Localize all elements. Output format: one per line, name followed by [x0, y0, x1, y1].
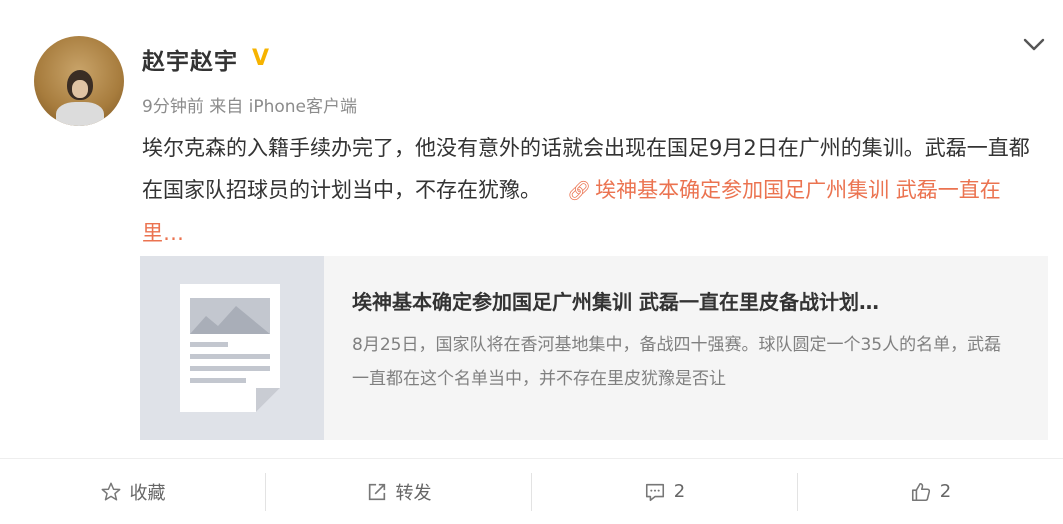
comment-icon — [645, 483, 664, 501]
post-text: 埃尔克森的入籍手续办完了，他没有意外的话就会出现在国足9月2日在广州的集训。武磊… — [142, 127, 1032, 254]
action-bar: 收藏 转发 2 2 — [0, 459, 1063, 524]
card-title: 埃神基本确定参加国足广州集训 武磊一直在里皮备战计划… — [352, 290, 879, 314]
favorite-button[interactable]: 收藏 — [0, 459, 265, 524]
comment-button[interactable]: 2 — [532, 459, 797, 524]
comment-count: 2 — [673, 481, 686, 502]
chevron-down-icon[interactable] — [1022, 34, 1046, 54]
like-count: 2 — [939, 481, 952, 502]
repost-icon — [368, 483, 385, 500]
username[interactable]: 赵宇赵宇 — [142, 42, 238, 76]
avatar[interactable] — [34, 36, 124, 126]
like-button[interactable]: 2 — [798, 459, 1063, 524]
repost-label: 转发 — [395, 482, 432, 504]
favorite-label: 收藏 — [129, 482, 166, 504]
verified-badge-icon: V — [252, 46, 270, 71]
avatar-face — [72, 80, 88, 98]
link-card[interactable]: 埃神基本确定参加国足广州集训 武磊一直在里皮备战计划… 8月25日，国家队将在香… — [140, 256, 1048, 440]
post-meta: 9分钟前 来自 iPhone客户端 — [142, 97, 358, 117]
avatar-body — [56, 102, 104, 126]
link-icon: 🔗︎ — [567, 180, 592, 202]
card-description: 8月25日，国家队将在香河基地集中，备战四十强赛。球队圆定一个35人的名单，武磊… — [352, 335, 1002, 389]
repost-button[interactable]: 转发 — [266, 459, 531, 524]
star-icon — [101, 482, 120, 501]
thumbs-up-icon — [911, 482, 930, 501]
article-thumbnail-icon — [140, 256, 324, 440]
